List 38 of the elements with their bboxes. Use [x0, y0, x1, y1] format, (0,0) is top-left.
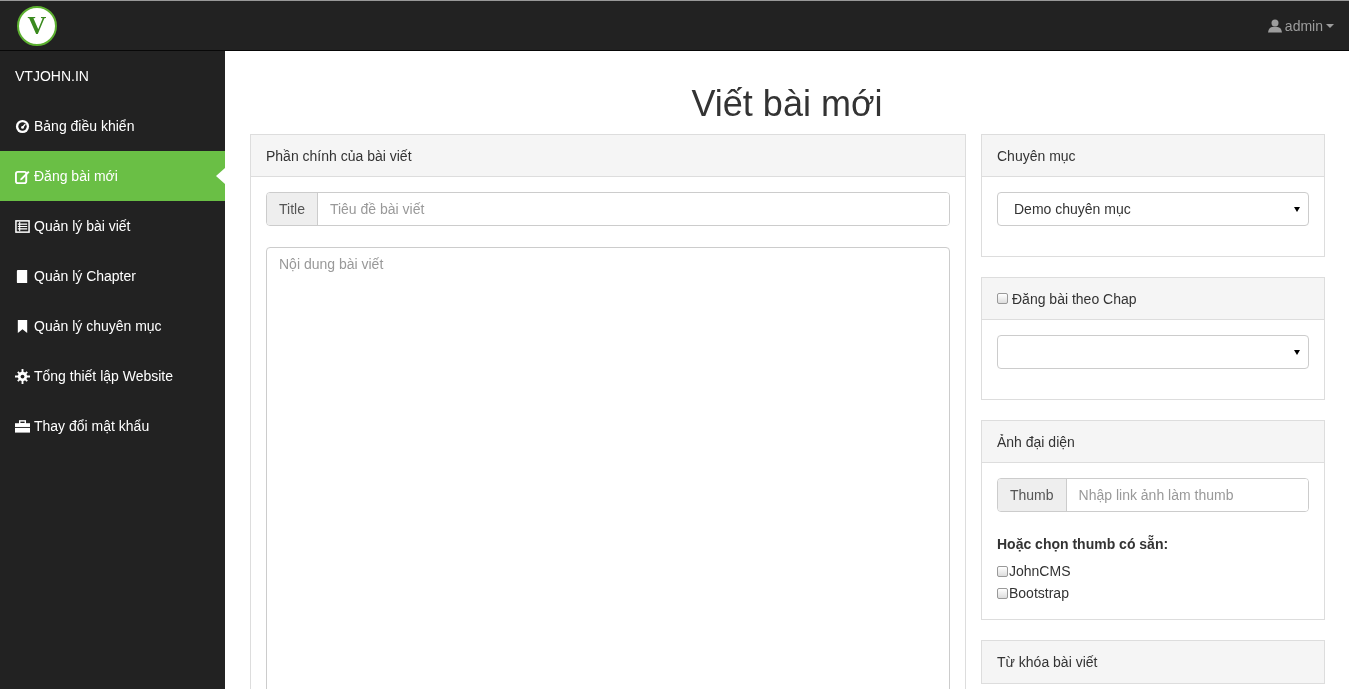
- thumb-field[interactable]: Thumb Nhập link ảnh làm thumb: [997, 478, 1309, 512]
- logo[interactable]: V: [17, 5, 57, 46]
- edit-icon: [15, 168, 30, 184]
- sidebar-item[interactable]: Quản lý bài viết: [0, 201, 225, 251]
- panel-heading: Từ khóa bài viết: [997, 654, 1098, 670]
- site-name: VTJOHN.IN: [14, 67, 90, 86]
- sidebar-item[interactable]: Tổng thiết lập Website: [0, 351, 225, 401]
- user-icon: [1267, 18, 1282, 33]
- panel-heading: Đăng bài theo Chap: [1012, 290, 1137, 307]
- gauge-icon: [15, 118, 30, 134]
- choose-label: Hoặc chọn thumb có sẵn:: [997, 536, 1170, 552]
- panel-heading: Chuyên mục: [997, 147, 1076, 164]
- sidebar-item[interactable]: Quản lý Chapter: [0, 251, 225, 301]
- field-addon: Title: [267, 193, 318, 225]
- user-menu[interactable]: admin: [1284, 17, 1323, 34]
- list-icon: [15, 218, 30, 234]
- checkbox[interactable]: [997, 565, 1008, 577]
- active-pointer-icon: [216, 168, 225, 184]
- title-field[interactable]: Title Tiêu đề bài viết: [266, 192, 950, 226]
- book-icon: [15, 268, 30, 284]
- checkbox[interactable]: [997, 587, 1008, 599]
- content-field[interactable]: Nội dung bài viết: [266, 247, 950, 689]
- category-select[interactable]: Demo chuyên mục: [997, 192, 1309, 226]
- briefcase-icon: [15, 418, 30, 434]
- field-addon: Thumb: [998, 479, 1067, 511]
- sidebar-item[interactable]: Thay đổi mật khẩu: [0, 401, 225, 451]
- caret-icon: [1326, 23, 1334, 28]
- option-label: JohnCMS: [1009, 562, 1071, 581]
- panel-heading: Ảnh đại diện: [997, 433, 1075, 450]
- settings-icon: [15, 368, 30, 384]
- sidebar-item[interactable]: Quản lý chuyên mục: [0, 301, 225, 351]
- option-label: Bootstrap: [1009, 584, 1069, 603]
- panel-heading: Phần chính của bài viết: [266, 147, 412, 164]
- checkbox[interactable]: [997, 293, 1008, 304]
- chapter-select[interactable]: [997, 335, 1309, 369]
- sidebar-item[interactable]: Bảng điều khiển: [0, 101, 225, 151]
- bookmark-icon: [15, 318, 30, 334]
- page-title: Viết bài mới: [690, 84, 884, 124]
